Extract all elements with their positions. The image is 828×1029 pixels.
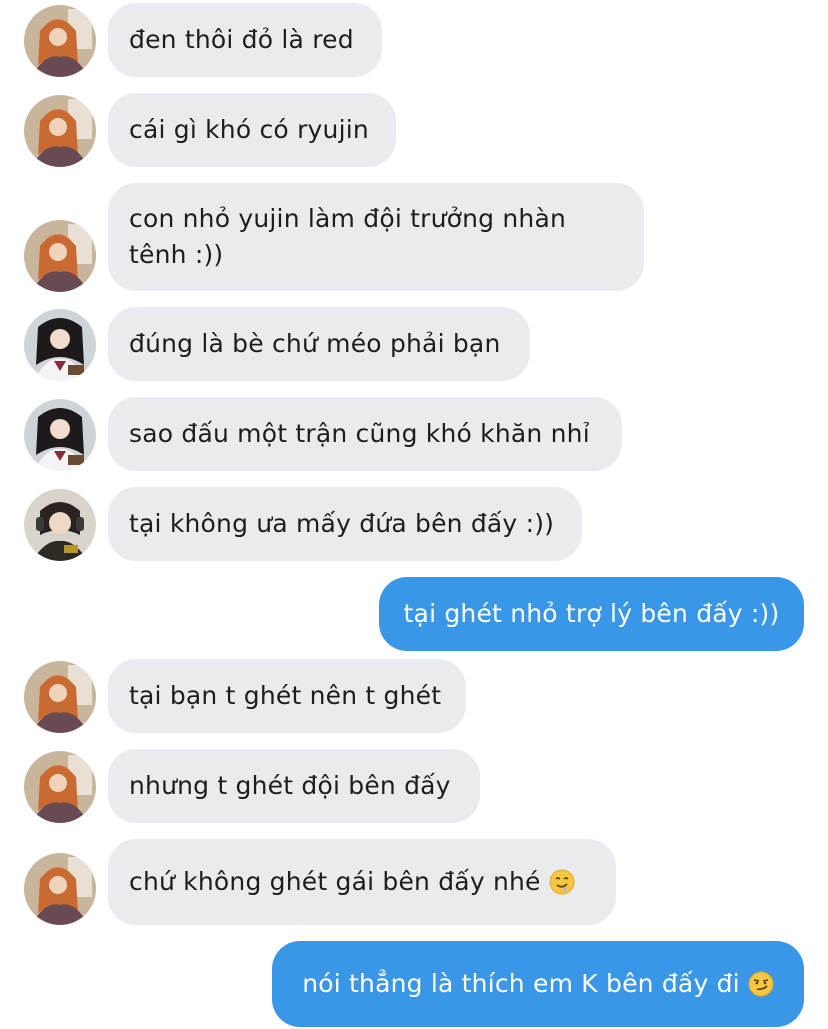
message-text: tại không ưa mấy đứa bên đấy :)): [129, 509, 555, 538]
message-text: nhưng t ghét đội bên đấy: [129, 771, 451, 800]
avatar-girl-dark-hair[interactable]: [24, 309, 96, 381]
message-text: sao đấu một trận cũng khó khăn nhỉ: [129, 419, 590, 448]
message-bubble[interactable]: sao đấu một trận cũng khó khăn nhỉ: [108, 397, 622, 471]
message-bubble-sent[interactable]: tại ghét nhỏ trợ lý bên đấy :)): [379, 577, 804, 651]
message-text: tại ghét nhỏ trợ lý bên đấy :)): [403, 599, 780, 628]
message-bubble[interactable]: con nhỏ yujin làm đội trưởng nhàn tênh :…: [108, 183, 644, 291]
avatar-girl-orange-hair[interactable]: [24, 95, 96, 167]
message-text: con nhỏ yujin làm đội trưởng nhàn tênh :…: [129, 204, 567, 269]
message-bubble[interactable]: đúng là bè chứ méo phải bạn: [108, 307, 530, 381]
message-content: nói thẳng là thích em K bên đấy đi: [302, 966, 774, 1002]
drooling-face-emoji: [549, 869, 575, 895]
message-text: đen thôi đỏ là red: [129, 25, 354, 54]
message-bubble-sent[interactable]: nói thẳng là thích em K bên đấy đi: [272, 941, 804, 1027]
avatar-girl-orange-hair[interactable]: [24, 661, 96, 733]
avatar-girl-headphones[interactable]: [24, 489, 96, 561]
avatar-girl-orange-hair[interactable]: [24, 751, 96, 823]
message-content: chứ không ghét gái bên đấy nhé: [129, 864, 575, 900]
message-bubble[interactable]: tại không ưa mấy đứa bên đấy :)): [108, 487, 582, 561]
message-text: nói thẳng là thích em K bên đấy đi: [302, 969, 740, 998]
avatar-girl-dark-hair[interactable]: [24, 399, 96, 471]
avatar-girl-orange-hair[interactable]: [24, 853, 96, 925]
message-bubble[interactable]: tại bạn t ghét nên t ghét: [108, 659, 466, 733]
message-bubble[interactable]: nhưng t ghét đội bên đấy: [108, 749, 480, 823]
avatar-girl-orange-hair[interactable]: [24, 220, 96, 292]
message-bubble[interactable]: cái gì khó có ryujin: [108, 93, 396, 167]
message-text: cái gì khó có ryujin: [129, 115, 369, 144]
avatar-girl-orange-hair[interactable]: [24, 5, 96, 77]
message-text: đúng là bè chứ méo phải bạn: [129, 329, 501, 358]
message-bubble[interactable]: chứ không ghét gái bên đấy nhé: [108, 839, 616, 925]
smirking-face-emoji: [748, 971, 774, 997]
message-text: chứ không ghét gái bên đấy nhé: [129, 867, 541, 896]
chat-conversation: đen thôi đỏ là red cái gì khó có ryujin …: [0, 0, 828, 1029]
message-bubble[interactable]: đen thôi đỏ là red: [108, 3, 382, 77]
message-text: tại bạn t ghét nên t ghét: [129, 681, 442, 710]
